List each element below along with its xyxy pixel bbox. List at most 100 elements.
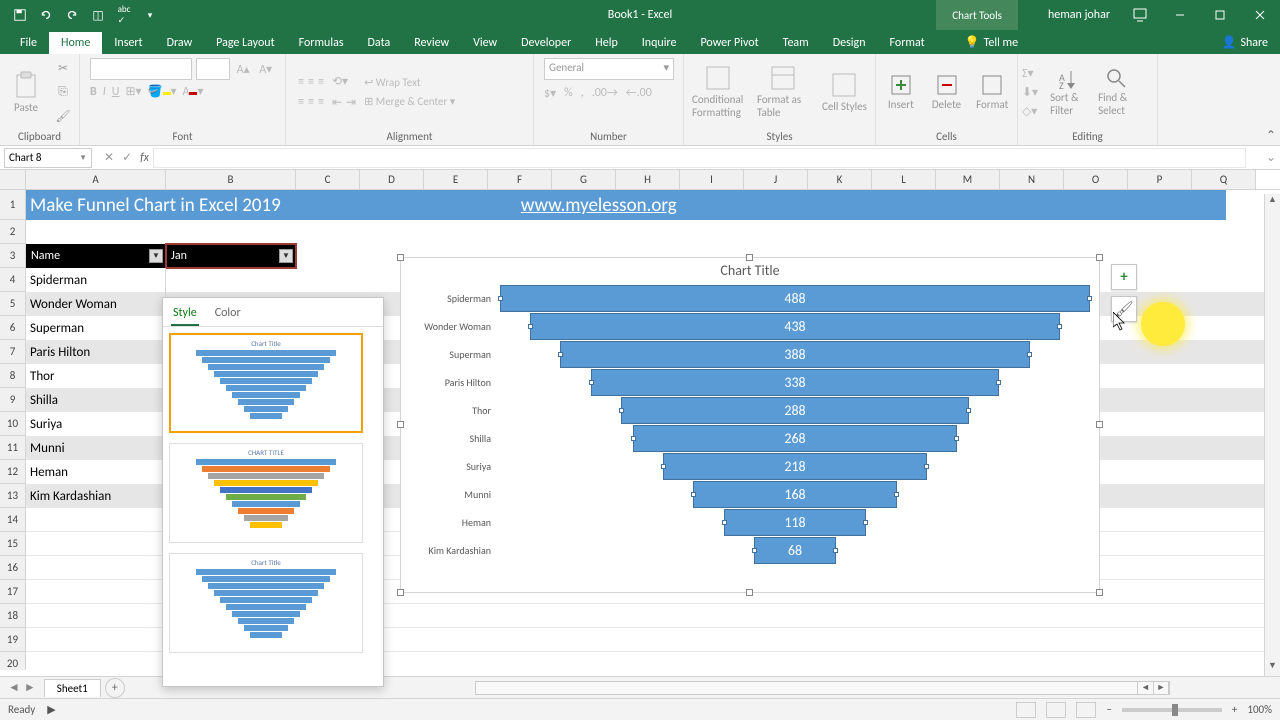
tab-data[interactable]: Data — [356, 32, 403, 54]
tellme-search[interactable]: 💡Tell me — [957, 31, 1026, 54]
cell-name[interactable]: Wonder Woman — [26, 292, 166, 316]
chart-bar[interactable]: 288 — [621, 397, 969, 424]
comma-button[interactable]: , — [581, 86, 584, 101]
number-format-select[interactable]: General▾ — [544, 58, 674, 80]
align-center-button[interactable]: ≡ — [308, 95, 314, 109]
qat-button[interactable]: ◫ — [86, 3, 110, 27]
tab-page-layout[interactable]: Page Layout — [204, 32, 286, 54]
clear-button[interactable]: ◇▾ — [1022, 104, 1038, 119]
font-family-select[interactable] — [90, 58, 192, 80]
chart-bar[interactable]: 488 — [500, 285, 1090, 312]
align-right-button[interactable]: ≡ — [318, 95, 324, 109]
rowheader-6[interactable]: 6 — [0, 316, 26, 340]
expand-formula-bar-button[interactable]: ⌄ — [1264, 150, 1278, 165]
scroll-up-button[interactable]: ▲ — [1265, 194, 1280, 210]
tab-home[interactable]: Home — [49, 32, 102, 54]
colheader-h[interactable]: H — [616, 170, 680, 189]
colheader-k[interactable]: K — [808, 170, 872, 189]
tab-team[interactable]: Team — [771, 32, 821, 54]
conditional-formatting-button[interactable]: Conditional Formatting — [688, 63, 749, 121]
chart-bar[interactable]: 268 — [633, 425, 957, 452]
chart-plot-area[interactable]: Spiderman488Wonder Woman438Superman388Pa… — [401, 285, 1099, 564]
resize-handle-tl[interactable] — [397, 254, 404, 261]
style-thumbnail[interactable]: Chart Title — [169, 553, 363, 653]
header-jan[interactable]: Jan▼ — [166, 244, 296, 268]
zoom-out-button[interactable]: − — [1106, 703, 1111, 716]
rowheader-7[interactable]: 7 — [0, 340, 26, 364]
cancel-formula-button[interactable]: ✕ — [104, 150, 114, 165]
colheader-m[interactable]: M — [936, 170, 1000, 189]
paste-button[interactable]: Paste — [4, 69, 48, 116]
select-all-button[interactable] — [0, 170, 26, 189]
zoom-in-button[interactable]: + — [1232, 703, 1237, 716]
font-color-button[interactable]: A▾ — [183, 84, 204, 99]
name-box[interactable]: Chart 8▼ — [4, 148, 92, 168]
new-sheet-button[interactable]: + — [105, 678, 125, 698]
scroll-down-button[interactable]: ▼ — [1265, 660, 1280, 676]
filter-button-jan[interactable]: ▼ — [279, 249, 293, 263]
rowheader-5[interactable]: 5 — [0, 292, 26, 316]
copy-button[interactable]: ⎘ — [52, 81, 74, 103]
filter-button-name[interactable]: ▼ — [149, 249, 163, 263]
increase-decimal-button[interactable]: .00→ — [592, 86, 618, 101]
tab-view[interactable]: View — [461, 32, 509, 54]
colheader-e[interactable]: E — [424, 170, 488, 189]
autosum-button[interactable]: Σ▾ — [1022, 66, 1038, 81]
increase-indent-button[interactable]: ⇥ — [346, 95, 356, 110]
cell-name[interactable]: Shilla — [26, 388, 166, 412]
chart-elements-button[interactable]: + — [1111, 264, 1137, 290]
colheader-d[interactable]: D — [360, 170, 424, 189]
colheader-n[interactable]: N — [1000, 170, 1064, 189]
scroll-right-button[interactable]: ► — [1153, 682, 1169, 694]
chart-bar[interactable]: 218 — [663, 453, 927, 480]
maximize-button[interactable] — [1200, 0, 1240, 30]
scroll-left-button[interactable]: ◄ — [1137, 682, 1153, 694]
align-bottom-button[interactable]: ≡ — [318, 75, 324, 89]
banner-link[interactable]: www.myelesson.org — [521, 194, 677, 217]
merge-center-button[interactable]: ⊞ Merge & Center ▾ — [364, 95, 455, 108]
rowheader-12[interactable]: 12 — [0, 460, 26, 484]
page-layout-view-button[interactable] — [1046, 702, 1066, 718]
resize-handle-tm[interactable] — [746, 254, 753, 261]
horizontal-scrollbar[interactable]: ◄ ► — [475, 681, 1170, 695]
colheader-f[interactable]: F — [488, 170, 552, 189]
resize-handle-br[interactable] — [1096, 589, 1103, 596]
wrap-text-button[interactable]: ↩ Wrap Text — [364, 76, 455, 89]
header-name[interactable]: Name▼ — [26, 244, 166, 268]
undo-button[interactable] — [34, 3, 58, 27]
rowheader-17[interactable]: 17 — [0, 580, 26, 604]
bold-button[interactable]: B — [90, 85, 97, 99]
format-painter-button[interactable]: 🖌 — [52, 105, 74, 127]
rowheader-8[interactable]: 8 — [0, 364, 26, 388]
align-left-button[interactable]: ≡ — [298, 95, 304, 109]
chart-title[interactable]: Chart Title — [401, 258, 1099, 285]
fill-color-button[interactable]: 🪣▾ — [148, 84, 177, 99]
chart-bar[interactable]: 168 — [693, 481, 896, 508]
delete-cells-button[interactable]: Delete — [926, 72, 968, 113]
page-break-view-button[interactable] — [1076, 702, 1096, 718]
rowheader-13[interactable]: 13 — [0, 484, 26, 508]
cell-name[interactable]: Paris Hilton — [26, 340, 166, 364]
rowheader-11[interactable]: 11 — [0, 436, 26, 460]
minimize-button[interactable] — [1160, 0, 1200, 30]
rowheader-10[interactable]: 10 — [0, 412, 26, 436]
style-list[interactable]: Chart TitleCHART TITLEChart Title — [163, 327, 383, 681]
zoom-slider[interactable] — [1122, 708, 1222, 712]
font-size-select[interactable] — [196, 58, 230, 80]
macro-record-icon[interactable]: ▶ — [47, 703, 55, 716]
rowheader-4[interactable]: 4 — [0, 268, 26, 292]
colheader-a[interactable]: A — [26, 170, 166, 189]
zoom-level[interactable]: 100% — [1247, 703, 1272, 716]
align-middle-button[interactable]: ≡ — [308, 75, 314, 89]
resize-handle-tr[interactable] — [1096, 254, 1103, 261]
chart-bar[interactable]: 438 — [530, 313, 1060, 340]
percent-button[interactable]: % — [564, 86, 573, 101]
rowheader-3[interactable]: 3 — [0, 244, 26, 268]
rowheader-2[interactable]: 2 — [0, 220, 26, 244]
style-thumbnail[interactable]: Chart Title — [169, 333, 363, 433]
rowheader-18[interactable]: 18 — [0, 604, 26, 628]
border-button[interactable]: ⊞▾ — [125, 84, 141, 99]
cut-button[interactable]: ✂ — [52, 57, 74, 79]
rowheader-9[interactable]: 9 — [0, 388, 26, 412]
chart-bar[interactable]: 388 — [560, 341, 1029, 368]
